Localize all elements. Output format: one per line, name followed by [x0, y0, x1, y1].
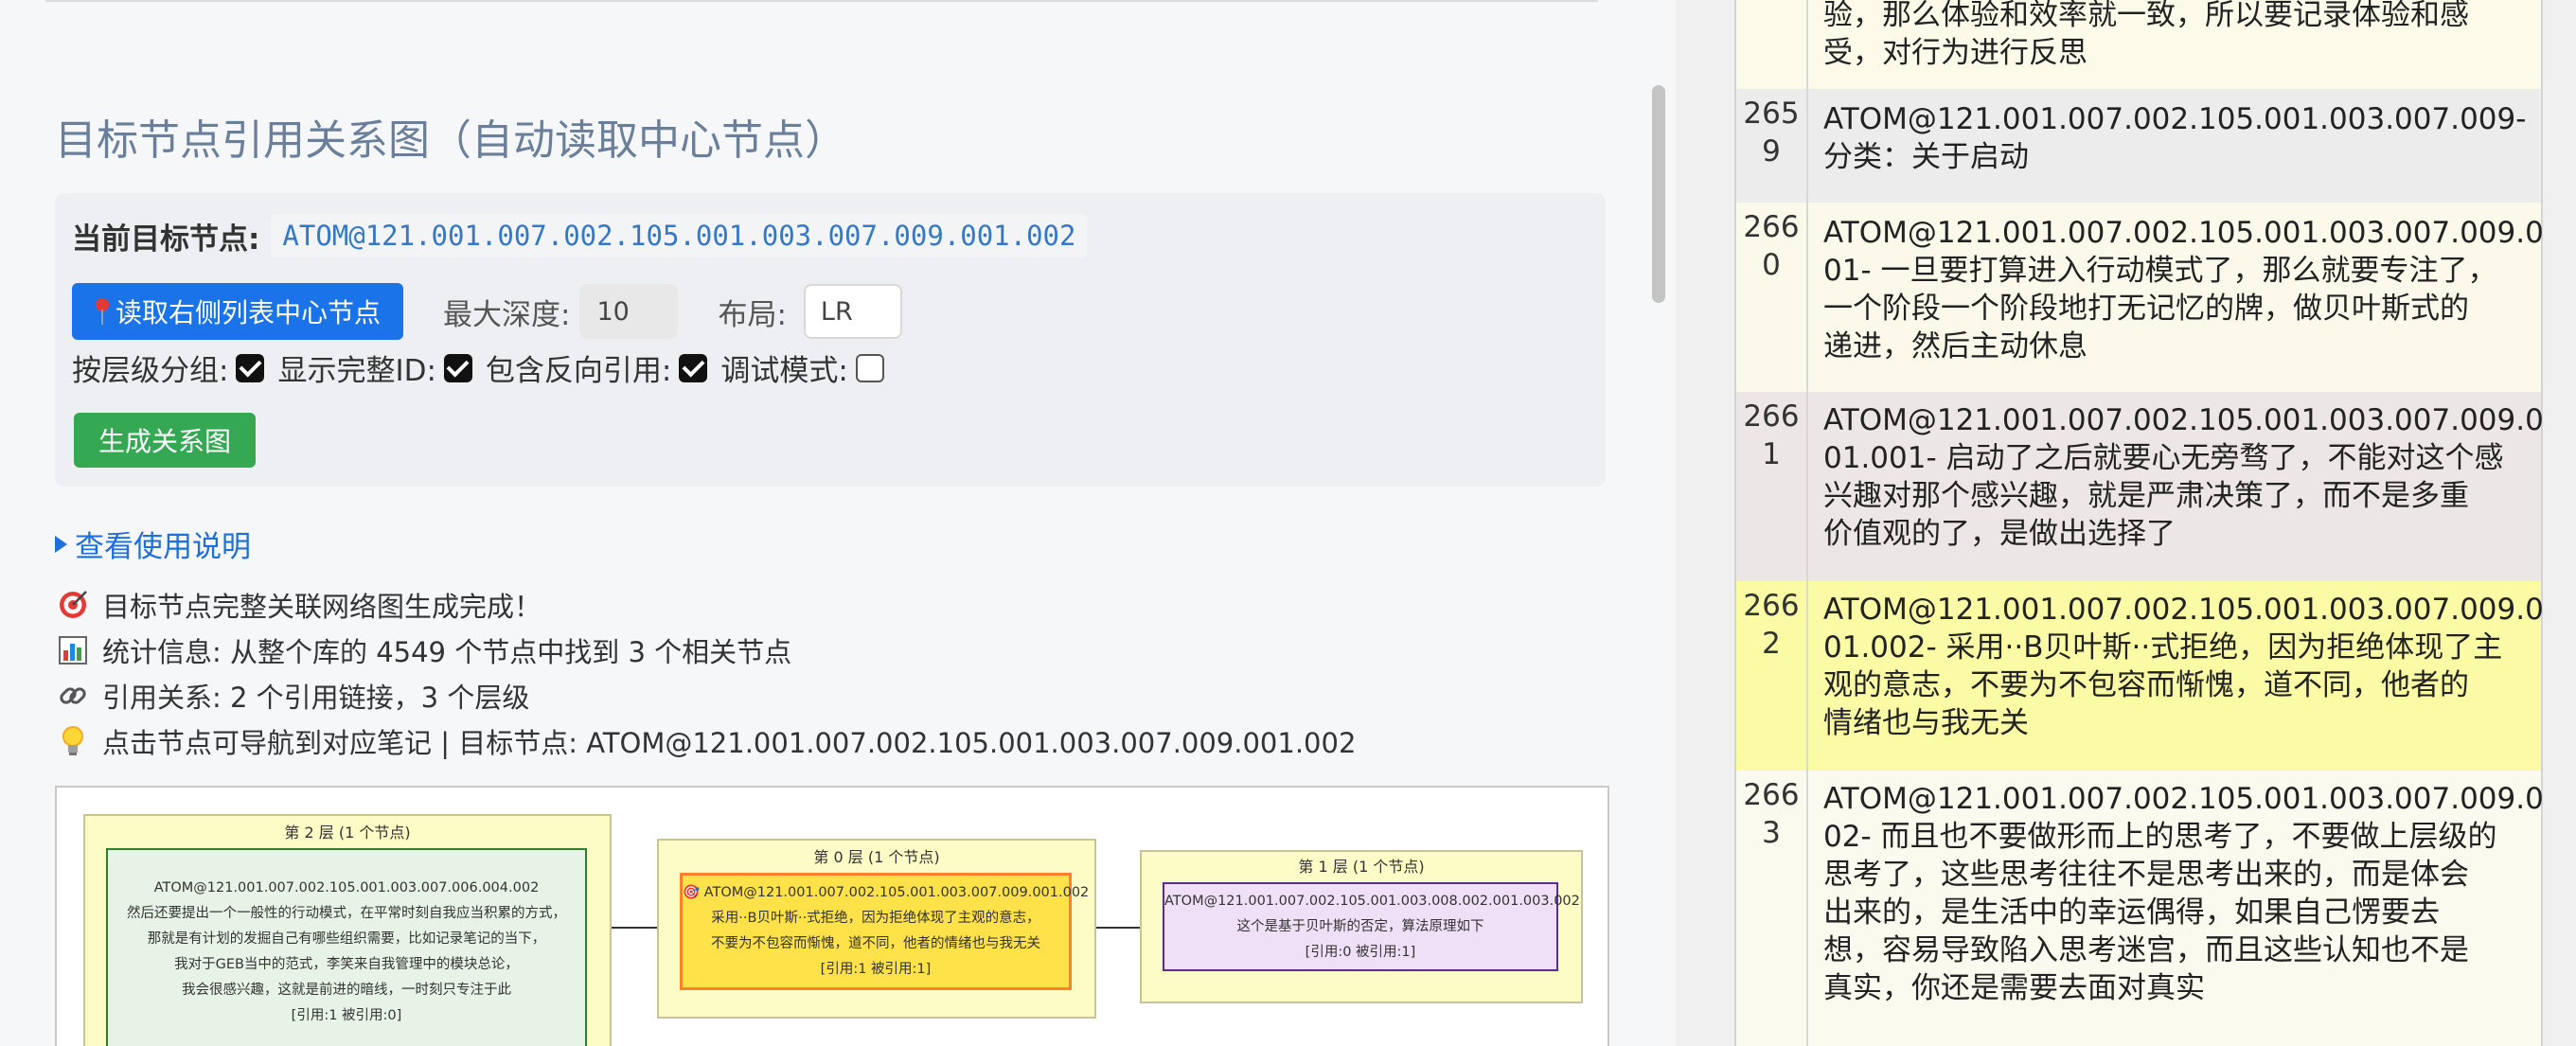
layout-select[interactable]: LR: [803, 284, 902, 339]
page-title: 目标节点引用关系图（自动读取中心节点）: [55, 116, 846, 165]
layer-2-group: 第 2 层 (1 个节点) ATOM@121.001.007.002.105.0…: [83, 814, 612, 1046]
include-reverse-label: 包含反向引用:: [485, 354, 672, 388]
layer-2-title: 第 2 层 (1 个节点): [284, 824, 411, 842]
read-center-node-button[interactable]: 读取右侧列表中心节点: [72, 283, 404, 340]
main-panel: 目标节点引用关系图（自动读取中心节点） 当前目标节点: ATOM@121.001…: [0, 0, 1676, 1046]
graph-node-layer2[interactable]: ATOM@121.001.007.002.105.001.003.007.006…: [106, 848, 587, 1046]
row-text: ATOM@121.001.007.002.105.001.003.007.009…: [1823, 102, 2527, 174]
layout-label: 布局:: [718, 297, 787, 332]
row-text: ATOM@121.001.007.002.105.001.003.007.009…: [1823, 403, 2544, 551]
info-references-text: 引用关系: 2 个引用链接，3 个层级: [102, 682, 530, 714]
row-number: 266 0: [1736, 203, 1808, 392]
debug-mode-checkbox[interactable]: [855, 353, 884, 382]
node-line: [引用:1 被引用:1]: [820, 962, 932, 977]
triangle-right-icon: [55, 535, 67, 553]
pushpin-icon: [96, 298, 109, 325]
node-line: 我会很感兴趣，这就是前进的暗线，一时刻只专注于此: [182, 983, 511, 998]
row-number: 266 3: [1736, 771, 1808, 1046]
node-line: 采用··B贝叶斯··式拒绝，因为拒绝体现了主观的意志，: [711, 911, 1040, 926]
table-row[interactable]: 265 9 ATOM@121.001.007.002.105.001.003.0…: [1736, 89, 2541, 204]
group-by-level-checkbox[interactable]: [236, 353, 265, 382]
table-row[interactable]: 266 0 ATOM@121.001.007.002.105.001.003.0…: [1736, 203, 2544, 394]
lightbulb-icon: [57, 725, 89, 757]
layer-1-group: 第 1 层 (1 个节点) ATOM@121.001.007.002.105.0…: [1140, 850, 1583, 1003]
node-line: [引用:1 被引用:0]: [291, 1008, 402, 1023]
max-depth-label: 最大深度:: [443, 297, 571, 332]
info-references: 引用关系: 2 个引用链接，3 个层级: [57, 676, 529, 716]
info-hint: 点击节点可导航到对应笔记 | 目标节点: ATOM@121.001.007.00…: [57, 721, 1356, 761]
node-line: 🎯 ATOM@121.001.007.002.105.001.003.007.0…: [683, 880, 1089, 906]
info-stats-text: 统计信息: 从整个库的 4549 个节点中找到 3 个相关节点: [102, 636, 792, 668]
debug-mode-label: 调试模式:: [720, 354, 848, 388]
usage-instructions-toggle[interactable]: 查看使用说明: [55, 523, 251, 565]
relationship-graph[interactable]: 第 2 层 (1 个节点) ATOM@121.001.007.002.105.0…: [55, 786, 1609, 1046]
generate-graph-button[interactable]: 生成关系图: [74, 413, 256, 468]
layer-0-group: 第 0 层 (1 个节点) 🎯 ATOM@121.001.007.002.105…: [657, 839, 1096, 1019]
usage-instructions-label: 查看使用说明: [75, 530, 251, 564]
row-text: 验，那么体验和效率就一致，所以要记录体验和感 受，对行为进行反思: [1823, 0, 2469, 70]
target-icon: [57, 590, 89, 620]
info-complete-text: 目标节点完整关联网络图生成完成！: [102, 591, 542, 623]
bar-chart-icon: [57, 636, 89, 665]
info-complete: 目标节点完整关联网络图生成完成！: [57, 585, 542, 625]
node-line: 然后还要提出一个一般性的行动模式，在平常时刻自我应当积累的方式，: [127, 906, 566, 921]
row-text: ATOM@121.001.007.002.105.001.003.007.009…: [1823, 593, 2544, 740]
graph-node-target[interactable]: 🎯 ATOM@121.001.007.002.105.001.003.007.0…: [680, 873, 1089, 990]
table-row[interactable]: 验，那么体验和效率就一致，所以要记录体验和感 受，对行为进行反思: [1736, 0, 2541, 91]
table-row[interactable]: 266 1 ATOM@121.001.007.002.105.001.003.0…: [1736, 392, 2544, 583]
read-center-node-label: 读取右侧列表中心节点: [115, 297, 382, 328]
node-line: ATOM@121.001.007.002.105.001.003.008.002…: [1164, 893, 1580, 909]
notes-table: 验，那么体验和效率就一致，所以要记录体验和感 受，对行为进行反思 265 9 A…: [1734, 0, 2544, 1046]
include-reverse-checkbox[interactable]: [679, 353, 708, 382]
controls-panel: 当前目标节点: ATOM@121.001.007.002.105.001.003…: [55, 193, 1606, 487]
top-divider: [45, 0, 1598, 2]
info-stats: 统计信息: 从整个库的 4549 个节点中找到 3 个相关节点: [57, 630, 791, 670]
node-line: 那就是有计划的发掘自己有哪些组织需要，比如记录笔记的当下，: [147, 931, 546, 947]
node-line: 这个是基于贝叶斯的否定，算法原理如下: [1236, 918, 1484, 934]
show-full-id-label: 显示完整ID:: [277, 354, 436, 388]
show-full-id-checkbox[interactable]: [443, 353, 472, 382]
target-icon: 🎯: [683, 885, 701, 900]
row-number: 266 1: [1736, 392, 1808, 581]
row-number: 265 9: [1736, 89, 1808, 203]
node-id: ATOM@121.001.007.002.105.001.003.007.009…: [703, 885, 1090, 900]
row-number: 266 2: [1736, 581, 1808, 771]
notes-list-panel: 验，那么体验和效率就一致，所以要记录体验和感 受，对行为进行反思 265 9 A…: [1676, 0, 2576, 1046]
layer-1-title: 第 1 层 (1 个节点): [1298, 858, 1425, 876]
node-line: 不要为不包容而惭愧，道不同，他者的情绪也与我无关: [711, 936, 1040, 951]
row-text: ATOM@121.001.007.002.105.001.003.007.009…: [1823, 782, 2544, 1005]
node-line: [引用:0 被引用:1]: [1305, 944, 1416, 960]
node-line: 我对于GEB当中的范式，李笑来自我管理中的模块总论，: [174, 957, 519, 972]
info-hint-text: 点击节点可导航到对应笔记 | 目标节点: ATOM@121.001.007.00…: [102, 727, 1357, 759]
table-row[interactable]: 266 3 ATOM@121.001.007.002.105.001.003.0…: [1736, 771, 2544, 1046]
node-line: ATOM@121.001.007.002.105.001.003.007.006…: [153, 880, 540, 895]
scrollbar[interactable]: [1652, 85, 1665, 303]
row-text: ATOM@121.001.007.002.105.001.003.007.009…: [1823, 216, 2544, 363]
layer-0-title: 第 0 层 (1 个节点): [813, 848, 940, 866]
link-icon: [57, 681, 89, 711]
max-depth-input[interactable]: 10: [579, 284, 679, 339]
group-by-level-label: 按层级分组:: [72, 354, 229, 388]
table-row-highlighted[interactable]: 266 2 ATOM@121.001.007.002.105.001.003.0…: [1736, 581, 2544, 772]
current-target-label: 当前目标节点:: [72, 222, 260, 257]
current-target-value: ATOM@121.001.007.002.105.001.003.007.009…: [271, 214, 1088, 257]
graph-node-layer1[interactable]: ATOM@121.001.007.002.105.001.003.008.002…: [1163, 882, 1580, 971]
row-number: [1736, 0, 1808, 89]
